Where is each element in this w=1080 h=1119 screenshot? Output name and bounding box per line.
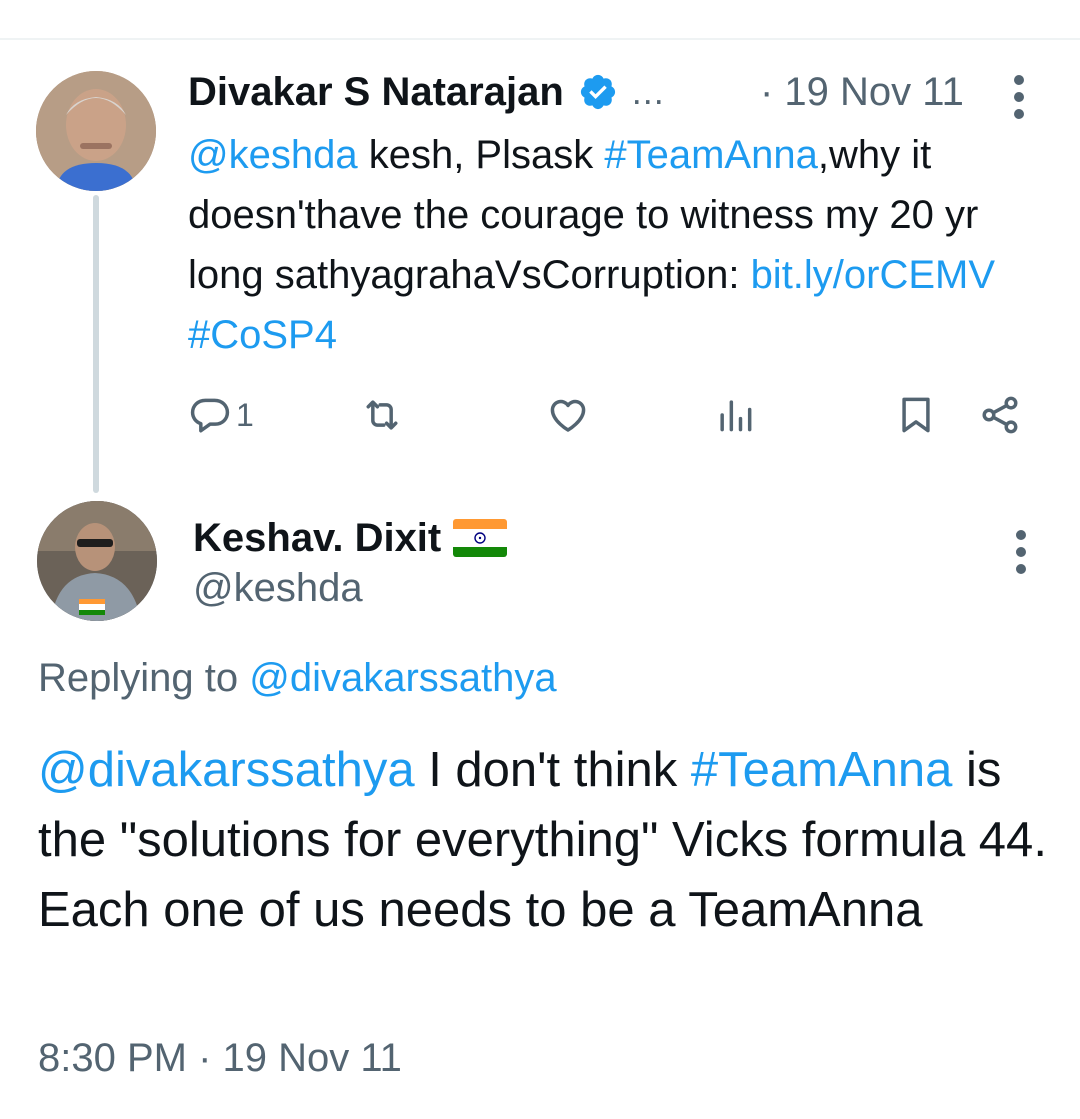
tweet-text: @keshda kesh, Plsask #TeamAnna,why it do… xyxy=(188,125,1058,365)
share-icon xyxy=(982,396,1018,434)
reply-button[interactable]: 1 xyxy=(188,392,254,438)
author-name[interactable]: Keshav. Dixit xyxy=(193,516,441,561)
reply-count: 1 xyxy=(236,396,254,433)
views-icon xyxy=(720,400,752,432)
tweet-date[interactable]: · 19 Nov 11 xyxy=(760,66,964,118)
hashtag-link[interactable]: #TeamAnna xyxy=(604,133,817,177)
india-flag-icon xyxy=(453,519,508,557)
hashtag-link[interactable]: #CoSP4 xyxy=(188,313,337,357)
avatar-photo-divakar xyxy=(36,71,156,191)
top-divider xyxy=(0,38,1080,40)
reply-author-row: Keshav. Dixit xyxy=(193,512,508,564)
like-button[interactable] xyxy=(546,392,594,438)
retweet-icon xyxy=(366,400,398,430)
avatar[interactable] xyxy=(37,501,157,621)
like-icon xyxy=(550,399,586,432)
replying-to-prefix: Replying to xyxy=(38,656,250,700)
views-button[interactable] xyxy=(713,392,761,438)
tweet-action-bar: 1 xyxy=(188,392,1038,438)
link-link[interactable]: bit.ly/orCEMV xyxy=(751,253,996,297)
avatar-photo-keshav xyxy=(37,501,157,621)
name-truncation: ... xyxy=(631,71,665,112)
text-segment: kesh, Plsask xyxy=(357,133,605,177)
mention-link[interactable]: @divakarssathya xyxy=(38,743,415,797)
more-icon[interactable] xyxy=(1015,530,1027,574)
thread-connector-line xyxy=(93,195,99,493)
retweet-button[interactable] xyxy=(360,392,408,438)
avatar[interactable] xyxy=(36,71,156,191)
bookmark-button[interactable] xyxy=(894,392,938,438)
verified-badge-icon xyxy=(578,72,618,112)
tweet-author-row: Divakar S Natarajan ... xyxy=(188,66,665,118)
author-name[interactable]: Divakar S Natarajan xyxy=(188,70,564,115)
bookmark-icon xyxy=(902,397,930,433)
reply-timestamp[interactable]: 8:30 PM · 19 Nov 11 xyxy=(38,1036,402,1081)
hashtag-link[interactable]: #TeamAnna xyxy=(691,743,953,797)
author-handle[interactable]: @keshda xyxy=(193,566,363,611)
replying-to-mention[interactable]: @divakarssathya xyxy=(249,656,556,700)
text-segment: I don't think xyxy=(414,743,691,797)
more-icon[interactable] xyxy=(1013,75,1025,119)
reply-icon xyxy=(190,398,230,433)
share-button[interactable] xyxy=(978,392,1022,438)
reply-text: @divakarssathya I don't think #TeamAnna … xyxy=(38,735,1048,945)
mention-link[interactable]: @keshda xyxy=(188,133,358,177)
replying-to-line: Replying to @divakarssathya xyxy=(38,656,557,701)
